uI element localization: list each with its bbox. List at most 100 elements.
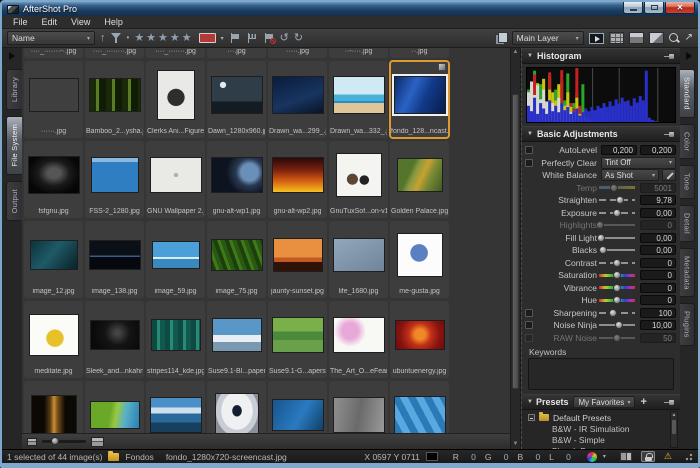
fullscreen-arrow-icon[interactable]: ↗	[685, 33, 693, 43]
menu-file[interactable]: File	[6, 17, 35, 27]
thumbnail-cell[interactable]: vista-wall...h-tree.jpg	[85, 381, 144, 433]
raw-noise-checkbox[interactable]	[525, 334, 533, 342]
sharpening-value[interactable]: 100	[640, 308, 676, 318]
collapse-minus-icon[interactable]	[528, 414, 535, 421]
tab-tone[interactable]: Tone	[680, 165, 695, 198]
layer-select[interactable]: Main Layer ▾	[512, 31, 584, 45]
titlebar[interactable]: AfterShot Pro ✕	[2, 2, 698, 16]
color-label-swatch[interactable]	[199, 33, 216, 43]
preset-item[interactable]: Bleach Bypass	[528, 445, 667, 449]
cache-status-icon[interactable]	[620, 452, 632, 461]
thumbnail-cell[interactable]: FSS-2_1280.jpg	[85, 141, 144, 218]
sharpening-checkbox[interactable]	[525, 309, 533, 317]
preset-folder[interactable]: Default Presets	[528, 412, 667, 423]
basic-adjustments-header[interactable]: ▼ Basic Adjustments	[522, 126, 680, 142]
thumbnail-cell[interactable]: gnu-alt-wp2.jpg	[268, 141, 327, 218]
presets-scrollbar[interactable]: ▲	[670, 411, 678, 448]
blacks-slider[interactable]	[599, 244, 635, 256]
highlights-slider[interactable]	[599, 219, 635, 231]
thumbnail-cell[interactable]: me-gusta.jpg	[390, 221, 449, 298]
thumbnail-cell[interactable]: ····_·······-·.jpg	[24, 48, 83, 58]
close-button[interactable]: ✕	[665, 2, 695, 14]
small-thumbnail-icon[interactable]	[27, 438, 37, 446]
thumbnail-cell[interactable]: stripes114_kde.jpg	[146, 301, 205, 378]
scrollbar-thumb[interactable]	[512, 94, 519, 389]
scroll-up-icon[interactable]: ▲	[672, 412, 677, 418]
thumbnail-cell[interactable]: ··.jpg	[390, 48, 449, 58]
tab-standard[interactable]: Standard	[680, 69, 695, 118]
perfectly-clear-checkbox[interactable]	[525, 159, 533, 167]
histogram-header[interactable]: ▼ Histogram	[522, 48, 680, 64]
tab-color[interactable]: Color	[680, 124, 695, 159]
thumbnail-cell[interactable]: Sleek_and...nkahn.jpg	[85, 301, 144, 378]
vibrance-slider[interactable]	[599, 282, 635, 294]
fill-light-slider[interactable]	[599, 232, 635, 244]
slider-knob[interactable]	[616, 196, 624, 204]
thumbnail-cell[interactable]	[390, 381, 449, 433]
chevron-down-icon[interactable]: ▾	[221, 35, 224, 42]
collapse-arrow-icon[interactable]: ▼	[527, 131, 533, 137]
thumbnail-size-slider[interactable]	[42, 440, 86, 443]
thumbnail-cell[interactable]: Suse9.1-G...apers.jpg	[268, 301, 327, 378]
slider-knob[interactable]	[51, 437, 59, 445]
sharpening-slider[interactable]	[599, 307, 635, 319]
flag-reject-icon[interactable]	[246, 32, 258, 44]
thumbnail-cell[interactable]: Dawn_1280x960.jpg	[207, 61, 266, 138]
add-preset-button[interactable]: +	[640, 397, 646, 408]
thumbnail-cell[interactable]: ····_········.jpg	[85, 48, 144, 58]
saturation-slider[interactable]	[599, 269, 635, 281]
scrollbar-thumb[interactable]	[672, 420, 676, 434]
pin-icon[interactable]	[664, 130, 675, 138]
contrast-slider[interactable]	[599, 257, 635, 269]
thumbnail-cell[interactable]: image_75.jpg	[207, 221, 266, 298]
thumbnail-cell[interactable]: ubuntuenergy.jpg	[390, 301, 449, 378]
slider-knob[interactable]	[609, 309, 617, 317]
scroll-down-icon[interactable]: ▼	[511, 440, 520, 449]
flag-clear-icon[interactable]	[263, 32, 275, 44]
slider-knob[interactable]	[615, 321, 623, 329]
slider-knob[interactable]	[613, 334, 621, 342]
noise-ninja-slider[interactable]	[599, 319, 635, 331]
noise-ninja-checkbox[interactable]	[525, 321, 533, 329]
thumbnail-cell[interactable]: ····_·······.jpg	[146, 48, 205, 58]
saturation-value[interactable]: 0	[640, 270, 676, 280]
slider-knob[interactable]	[596, 221, 604, 229]
presets-header[interactable]: ▼ Presets My Favorites ▾ +	[522, 394, 680, 410]
thumbnail-cell[interactable]	[329, 381, 388, 433]
autolevel-checkbox[interactable]	[525, 146, 533, 154]
rating-dot-icon[interactable]: •	[127, 34, 130, 42]
rotate-right-icon[interactable]: ↻	[294, 33, 303, 44]
thumbnail-cell[interactable]: ···.jpg	[207, 48, 266, 58]
thumbnail-cell[interactable]: image_12.jpg	[24, 221, 83, 298]
slider-knob[interactable]	[599, 246, 607, 254]
thumbnail-cell[interactable]: Suse9.1-Bl...papers.jpg	[207, 301, 266, 378]
thumbnail-cell[interactable]: Drawn_wa...299_.jpg	[268, 61, 327, 138]
raw-noise-slider[interactable]	[599, 332, 635, 344]
thumbnail-cell[interactable]: Clerks Ani...Figure.jpg	[146, 61, 205, 138]
thumbnail-cell[interactable]: ······.jpg	[24, 61, 83, 138]
fill-light-value[interactable]: 0,00	[640, 233, 676, 243]
blacks-value[interactable]: 0,00	[640, 245, 676, 255]
exposure-value[interactable]: 0,00	[640, 208, 676, 218]
hue-slider[interactable]	[599, 294, 635, 306]
lock-icon[interactable]	[641, 451, 655, 462]
resize-grip[interactable]	[684, 452, 693, 461]
straighten-slider[interactable]	[599, 194, 635, 206]
collapse-arrow-icon[interactable]: ▼	[527, 53, 533, 59]
menu-help[interactable]: Help	[97, 17, 130, 27]
highlights-value[interactable]: 0	[640, 220, 676, 230]
thumbnail-cell[interactable]: The_Art_O...eFear.jpg	[329, 301, 388, 378]
thumbnail-cell[interactable]: ·····.jpg	[268, 48, 327, 58]
folder-name[interactable]: Fondos	[125, 452, 153, 462]
thumbnail-cell[interactable]: fsfgnu.jpg	[24, 141, 83, 218]
collapse-triangle-icon[interactable]	[686, 52, 692, 60]
slider-knob[interactable]	[613, 209, 621, 217]
large-thumbnail-icon[interactable]	[91, 437, 104, 447]
autolevel-value[interactable]: 0,200	[640, 145, 676, 155]
thumbnail-view-icon[interactable]	[609, 32, 624, 44]
flag-pick-icon[interactable]	[229, 32, 241, 44]
temp-value[interactable]: 5001	[640, 183, 676, 193]
thumbnail-cell[interactable]: Unveil.jpeg	[24, 381, 83, 433]
straighten-value[interactable]: 9,78	[640, 195, 676, 205]
tab-output[interactable]: Output	[6, 181, 22, 221]
